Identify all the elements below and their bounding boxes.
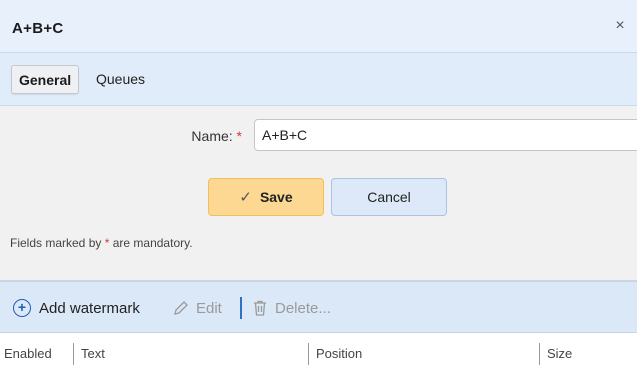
column-divider[interactable]	[308, 343, 309, 365]
dialog-title: A+B+C	[12, 20, 64, 37]
plus-circle-icon: +	[13, 299, 31, 317]
close-icon[interactable]: ×	[611, 17, 629, 35]
cancel-button[interactable]: Cancel	[331, 178, 447, 216]
add-watermark-button[interactable]: + Add watermark	[13, 296, 140, 320]
general-form: Name: * ✓ Save Cancel Fields marked by *…	[0, 106, 637, 281]
watermark-toolbar: + Add watermark Edit Delete...	[0, 281, 637, 333]
column-divider[interactable]	[73, 343, 74, 365]
column-header-size[interactable]: Size	[547, 343, 572, 365]
name-label-text: Name:	[191, 128, 233, 144]
tab-bar: General Queues	[0, 53, 637, 106]
pencil-icon	[174, 301, 188, 315]
dialog-titlebar: A+B+C ×	[0, 0, 637, 53]
mandatory-prefix: Fields marked by	[10, 236, 102, 250]
grid-header: Enabled Text Position Size	[0, 333, 637, 372]
column-header-text[interactable]: Text	[81, 343, 105, 365]
add-watermark-label: Add watermark	[39, 299, 140, 317]
name-label: Name: *	[191, 128, 242, 144]
edit-label: Edit	[196, 299, 222, 317]
mandatory-suffix: are mandatory.	[112, 236, 193, 250]
toolbar-divider	[240, 297, 242, 319]
column-header-enabled[interactable]: Enabled	[4, 343, 52, 365]
check-icon: ✓	[239, 189, 252, 206]
mandatory-note: Fields marked by * are mandatory.	[10, 236, 193, 250]
tab-queues[interactable]: Queues	[89, 65, 152, 94]
save-button[interactable]: ✓ Save	[208, 178, 324, 216]
delete-button[interactable]: Delete...	[251, 296, 331, 320]
edit-button[interactable]: Edit	[172, 296, 222, 320]
required-marker: *	[236, 128, 242, 144]
column-header-position[interactable]: Position	[316, 343, 362, 365]
tab-general[interactable]: General	[11, 65, 80, 94]
delete-label: Delete...	[275, 299, 331, 317]
save-label: Save	[259, 189, 293, 205]
name-input[interactable]	[254, 119, 637, 151]
column-divider[interactable]	[539, 343, 540, 365]
mandatory-marker: *	[104, 236, 110, 250]
trash-icon	[254, 300, 266, 316]
